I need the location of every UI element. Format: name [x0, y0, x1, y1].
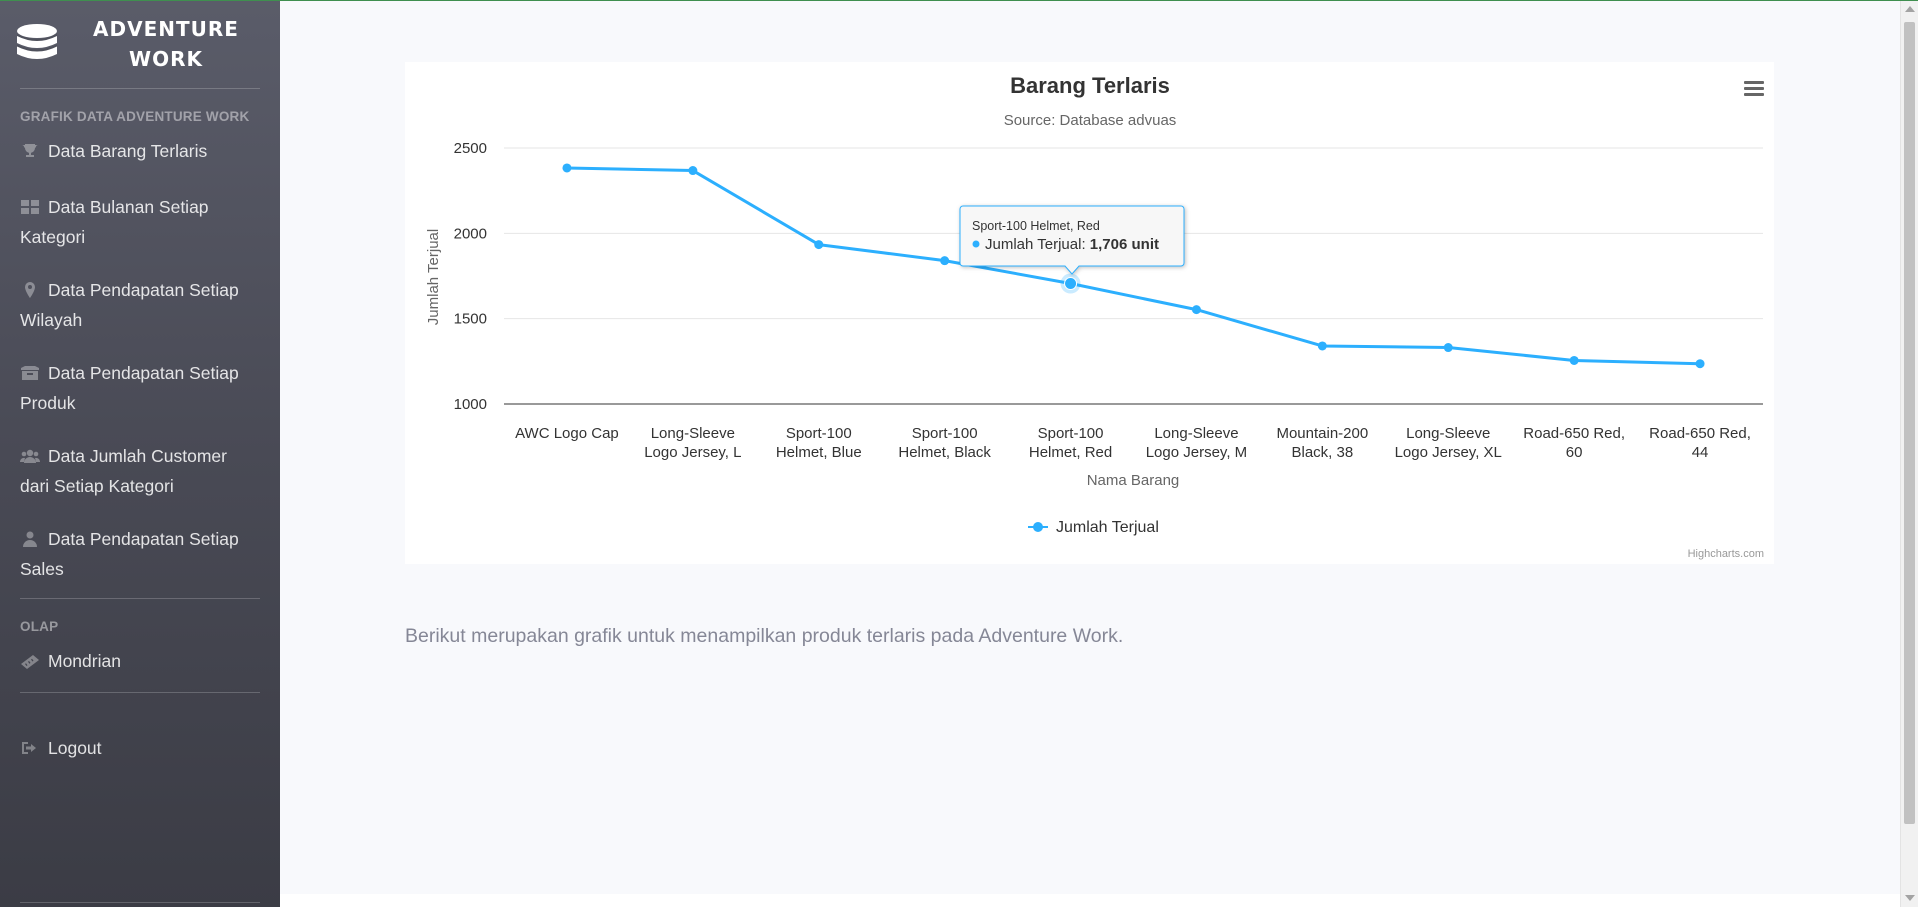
tooltip-colon: :	[1081, 236, 1089, 253]
sidebar-item-bulanan-kategori[interactable]: Data Bulanan Setiap Kategori	[0, 182, 280, 265]
y-axis-title: Jumlah Terjual	[425, 229, 442, 325]
sidebar-item-label: Data Bulanan Setiap Kategori	[20, 197, 209, 247]
y-tick-label: 1000	[454, 396, 487, 413]
sidebar-item-pendapatan-wilayah[interactable]: Data Pendapatan Setiap Wilayah	[0, 265, 280, 348]
users-icon	[19, 443, 41, 463]
x-axis-ticks: AWC Logo Cap Long-Sleeve Logo Jersey, L Spo…	[515, 425, 1751, 461]
tooltip-value: 1,706 unit	[1090, 236, 1159, 253]
database-icon	[14, 21, 60, 67]
trophy-icon	[20, 138, 40, 157]
sidebar-heading-grafik: GRAFIK DATA ADVENTURE WORK	[20, 109, 250, 124]
vertical-scrollbar[interactable]	[1900, 0, 1918, 907]
sidebar-item-barang-terlaris[interactable]: Data Barang Terlaris	[0, 132, 280, 182]
data-point[interactable]	[1569, 355, 1579, 365]
map-marker-icon	[20, 277, 40, 298]
sidebar-item-customer-kategori[interactable]: Data Jumlah Customer dari Setiap Kategor…	[0, 431, 280, 514]
x-tick-label: Sport-100 Helmet, Blue	[776, 425, 862, 461]
sidebar-item-pendapatan-produk[interactable]: Data Pendapatan Setiap Produk	[0, 348, 280, 431]
legend-marker	[1033, 522, 1043, 532]
data-point[interactable]	[1191, 305, 1201, 315]
brand-title: ADVENTURE WORK	[70, 14, 262, 74]
x-tick-label: Road-650 Red, 60	[1523, 425, 1625, 461]
y-tick-label: 2500	[454, 140, 487, 157]
tooltip: Sport-100 Helmet, Red Jumlah Terjual: 1,…	[959, 205, 1185, 275]
scroll-down-icon[interactable]	[1905, 895, 1915, 901]
brand-title-line2: WORK	[129, 47, 203, 71]
sidebar-item-label: Data Pendapatan Setiap Sales	[20, 529, 239, 579]
context-menu-button[interactable]	[1743, 78, 1765, 98]
tooltip-series: Jumlah Terjual	[985, 236, 1081, 253]
box-icon	[20, 360, 40, 380]
sidebar-item-pendapatan-sales[interactable]: Data Pendapatan Setiap Sales	[0, 514, 280, 598]
legend-label: Jumlah Terjual	[1056, 519, 1159, 536]
data-point[interactable]	[814, 240, 824, 250]
data-point[interactable]	[1443, 343, 1453, 353]
data-point[interactable]	[1317, 341, 1327, 351]
sidebar-item-label: Data Pendapatan Setiap Wilayah	[20, 280, 239, 330]
y-tick-label: 2000	[454, 225, 487, 242]
chart-title: Barang Terlaris	[1010, 73, 1170, 98]
sign-out-icon	[20, 735, 40, 754]
y-tick-label: 1500	[454, 311, 487, 328]
sidebar-divider	[20, 902, 260, 903]
sidebar-item-mondrian[interactable]: Mondrian	[0, 642, 280, 692]
x-tick-label: Sport-100 Helmet, Red	[1029, 425, 1112, 461]
sidebar: ADVENTURE WORK GRAFIK DATA ADVENTURE WOR…	[0, 0, 280, 907]
tooltip-line: Jumlah Terjual: 1,706 unit	[985, 236, 1159, 253]
data-point[interactable]	[562, 163, 572, 173]
line-chart: Barang Terlaris Source: Database advuas …	[425, 73, 1765, 560]
sidebar-item-label: Data Pendapatan Setiap Produk	[20, 363, 239, 413]
x-tick-label: Long-Sleeve Logo Jersey, L	[644, 425, 741, 461]
data-point[interactable]	[1064, 277, 1078, 291]
scroll-thumb[interactable]	[1904, 22, 1915, 824]
user-tie-icon	[20, 526, 40, 547]
chart-card: Barang Terlaris Source: Database advuas …	[405, 62, 1774, 564]
chart-subtitle: Source: Database advuas	[1004, 112, 1177, 129]
x-tick-label: Long-Sleeve Logo Jersey, M	[1146, 425, 1247, 461]
chart-description: Berikut merupakan grafik untuk menampilk…	[405, 625, 1124, 647]
x-tick-label: Road-650 Red, 44	[1649, 425, 1751, 461]
brand-title-line1: ADVENTURE	[93, 17, 239, 41]
credits: Highcharts.com	[1688, 548, 1764, 560]
tooltip-marker	[972, 240, 980, 248]
x-axis-title: Nama Barang	[1087, 472, 1180, 489]
sidebar-item-label: Data Jumlah Customer dari Setiap Kategor…	[20, 446, 227, 496]
data-point[interactable]	[688, 166, 698, 176]
x-tick-label: Mountain-200 Black, 38	[1276, 425, 1368, 461]
brand[interactable]: ADVENTURE WORK	[0, 0, 280, 88]
sidebar-item-label: Data Barang Terlaris	[48, 141, 208, 161]
tooltip-header: Sport-100 Helmet, Red	[972, 219, 1100, 233]
sidebar-item-label: Mondrian	[48, 651, 121, 671]
data-point[interactable]	[940, 256, 950, 266]
footer-strip	[280, 894, 1900, 907]
x-tick-label: Long-Sleeve Logo Jersey, XL	[1395, 425, 1502, 461]
data-point[interactable]	[1695, 359, 1705, 369]
scroll-up-icon[interactable]	[1905, 6, 1915, 12]
x-tick-label: Sport-100 Helmet, Black	[898, 425, 991, 461]
legend: Jumlah Terjual	[1028, 519, 1159, 536]
x-tick-label: AWC Logo Cap	[515, 425, 619, 442]
y-axis-ticks: 1000 1500 2000 2500	[454, 140, 487, 413]
top-border	[0, 0, 1918, 1]
sidebar-item-label: Logout	[48, 738, 102, 758]
ruler-icon	[20, 648, 40, 669]
sidebar-item-logout[interactable]: Logout	[0, 693, 280, 776]
sidebar-heading-olap: OLAP	[20, 619, 59, 634]
th-large-icon	[20, 194, 40, 214]
